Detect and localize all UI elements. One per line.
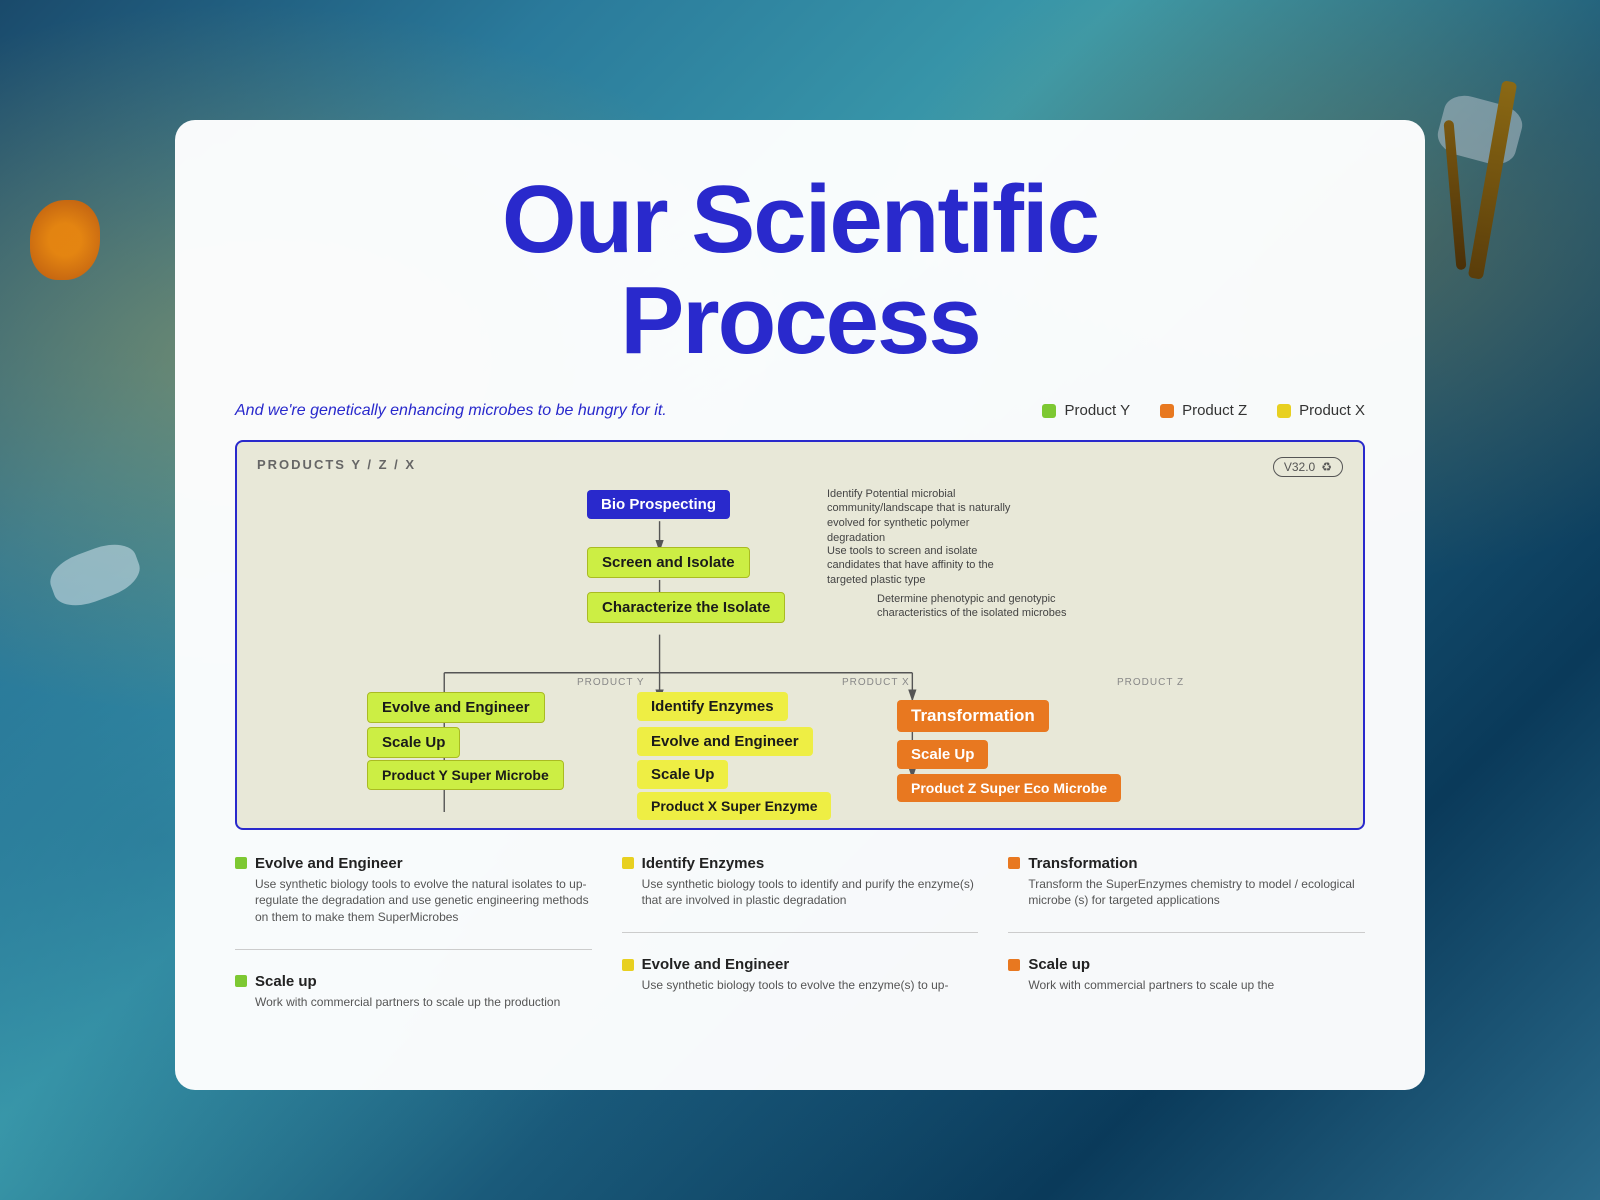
info-dot-scale-z bbox=[1008, 959, 1020, 971]
char-desc: Determine phenotypic and genotypic chara… bbox=[877, 592, 1077, 622]
info-dot-evolve-y bbox=[235, 857, 247, 869]
node-bio-prospecting: Bio Prospecting bbox=[587, 490, 730, 519]
info-desc-scale-y: Work with commercial partners to scale u… bbox=[235, 994, 592, 1011]
version-text: V32.0 bbox=[1284, 460, 1315, 474]
info-item-header-identify-x: Identify Enzymes bbox=[622, 855, 979, 872]
info-desc-transform-z: Transform the SuperEnzymes chemistry to … bbox=[1008, 876, 1365, 910]
info-dot-transform-z bbox=[1008, 857, 1020, 869]
info-desc-evolve-y: Use synthetic biology tools to evolve th… bbox=[235, 876, 592, 926]
title-section: Our Scientific Process bbox=[175, 120, 1425, 392]
node-evolve-engineer-y: Evolve and Engineer bbox=[367, 692, 545, 723]
info-title-evolve-x: Evolve and Engineer bbox=[642, 956, 790, 973]
products-label: PRODUCTS Y / Z / X bbox=[257, 457, 416, 472]
node-product-x: Product X Super Enzyme bbox=[637, 792, 831, 820]
info-desc-evolve-x: Use synthetic biology tools to evolve th… bbox=[622, 977, 979, 994]
debris-orange bbox=[30, 200, 100, 280]
node-scale-up-y: Scale Up bbox=[367, 727, 460, 758]
node-characterize: Characterize the Isolate bbox=[587, 592, 785, 623]
info-item-header-evolve-x: Evolve and Engineer bbox=[622, 956, 979, 973]
node-identify-enzymes: Identify Enzymes bbox=[637, 692, 788, 721]
product-x-label: Product X bbox=[1299, 402, 1365, 419]
version-badge: V32.0 ♻ bbox=[1273, 457, 1343, 477]
node-scale-up-z: Scale Up bbox=[897, 740, 988, 769]
node-product-z: Product Z Super Eco Microbe bbox=[897, 774, 1121, 802]
product-y-small-label: PRODUCT Y bbox=[577, 677, 645, 688]
info-item-scale-y: Scale up Work with commercial partners t… bbox=[235, 973, 592, 1011]
info-item-evolve-x: Evolve and Engineer Use synthetic biolog… bbox=[622, 956, 979, 994]
product-z-label: Product Z bbox=[1182, 402, 1247, 419]
product-y-dot bbox=[1042, 404, 1056, 418]
product-tags: Product Y Product Z Product X bbox=[1042, 402, 1365, 419]
node-product-y: Product Y Super Microbe bbox=[367, 760, 564, 790]
info-item-scale-z: Scale up Work with commercial partners t… bbox=[1008, 956, 1365, 994]
main-card: Our Scientific Process And we're genetic… bbox=[175, 120, 1425, 1090]
product-z-small-label: PRODUCT Z bbox=[1117, 677, 1184, 688]
product-x-dot bbox=[1277, 404, 1291, 418]
info-title-scale-z: Scale up bbox=[1028, 956, 1090, 973]
product-y-label: Product Y bbox=[1064, 402, 1130, 419]
info-dot-identify-x bbox=[622, 857, 634, 869]
bottom-section: Evolve and Engineer Use synthetic biolog… bbox=[175, 835, 1425, 1031]
product-x-small-label: PRODUCT X bbox=[842, 677, 910, 688]
divider-y1 bbox=[235, 949, 592, 950]
node-screen-isolate: Screen and Isolate bbox=[587, 547, 750, 578]
subtitle-text: And we're genetically enhancing microbes… bbox=[235, 402, 667, 420]
info-dot-evolve-x bbox=[622, 959, 634, 971]
main-title: Our Scientific Process bbox=[235, 170, 1365, 372]
info-item-evolve-y: Evolve and Engineer Use synthetic biolog… bbox=[235, 855, 592, 926]
info-item-header-evolve-y: Evolve and Engineer bbox=[235, 855, 592, 872]
node-evolve-engineer-x: Evolve and Engineer bbox=[637, 727, 813, 756]
subtitle-bar: And we're genetically enhancing microbes… bbox=[175, 392, 1425, 430]
product-tag-y: Product Y bbox=[1042, 402, 1130, 419]
info-title-transform-z: Transformation bbox=[1028, 855, 1137, 872]
info-dot-scale-y bbox=[235, 975, 247, 987]
info-desc-identify-x: Use synthetic biology tools to identify … bbox=[622, 876, 979, 910]
info-item-identify-x: Identify Enzymes Use synthetic biology t… bbox=[622, 855, 979, 910]
divider-x1 bbox=[622, 932, 979, 933]
info-column-y: Evolve and Engineer Use synthetic biolog… bbox=[235, 855, 592, 1011]
screen-desc: Use tools to screen and isolate candidat… bbox=[827, 544, 1027, 589]
product-z-dot bbox=[1160, 404, 1174, 418]
diagram-area: PRODUCTS Y / Z / X V32.0 ♻ bbox=[235, 440, 1365, 830]
product-tag-z: Product Z bbox=[1160, 402, 1247, 419]
bio-desc: Identify Potential microbial community/l… bbox=[827, 487, 1027, 546]
diagram-header: PRODUCTS Y / Z / X V32.0 ♻ bbox=[257, 457, 1343, 477]
flow-container: Bio Prospecting Identify Potential micro… bbox=[257, 482, 1343, 812]
product-tag-x: Product X bbox=[1277, 402, 1365, 419]
recycle-icon: ♻ bbox=[1321, 460, 1332, 474]
info-column-z: Transformation Transform the SuperEnzyme… bbox=[1008, 855, 1365, 1011]
info-column-x: Identify Enzymes Use synthetic biology t… bbox=[622, 855, 979, 1011]
info-desc-scale-z: Work with commercial partners to scale u… bbox=[1008, 977, 1365, 994]
info-title-identify-x: Identify Enzymes bbox=[642, 855, 765, 872]
node-scale-up-x: Scale Up bbox=[637, 760, 728, 789]
info-item-header-scale-y: Scale up bbox=[235, 973, 592, 990]
info-item-transform-z: Transformation Transform the SuperEnzyme… bbox=[1008, 855, 1365, 910]
info-item-header-scale-z: Scale up bbox=[1008, 956, 1365, 973]
info-title-scale-y: Scale up bbox=[255, 973, 317, 990]
divider-z1 bbox=[1008, 932, 1365, 933]
node-transformation: Transformation bbox=[897, 700, 1049, 732]
info-title-evolve-y: Evolve and Engineer bbox=[255, 855, 403, 872]
info-item-header-transform-z: Transformation bbox=[1008, 855, 1365, 872]
